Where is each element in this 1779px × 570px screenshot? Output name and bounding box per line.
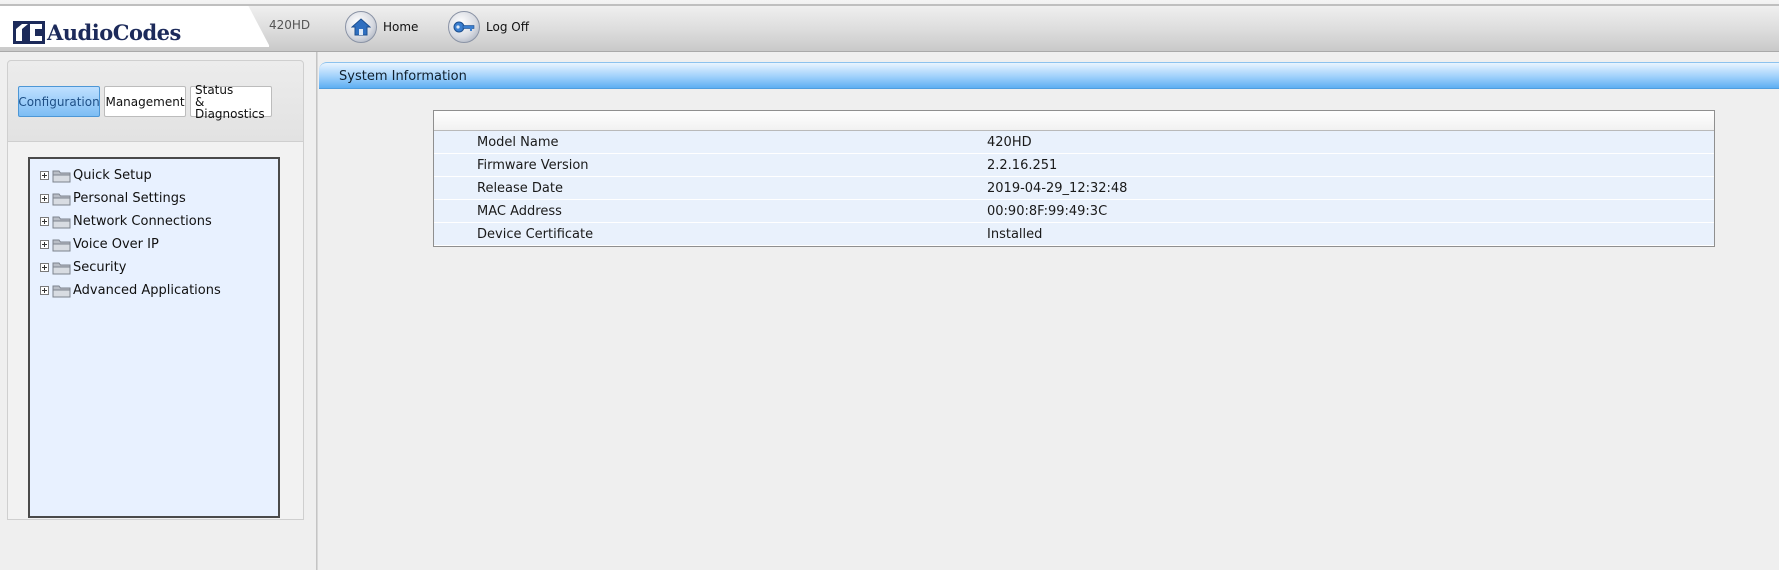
folder-icon <box>52 262 71 274</box>
row-value: 2.2.16.251 <box>987 158 1058 173</box>
logo-area: AudioCodes <box>0 6 270 47</box>
row-label: Model Name <box>477 135 559 150</box>
folder-icon <box>52 193 71 205</box>
tree-item-label: Advanced Applications <box>73 282 221 298</box>
folder-icon <box>52 239 71 251</box>
tree-item-label: Voice Over IP <box>73 236 159 252</box>
navigation-tree: Quick Setup Personal Settings Network Co… <box>28 157 280 518</box>
log-off-button[interactable]: Log Off <box>448 10 529 44</box>
top-bar: AudioCodes 420HD Home Log Off <box>0 0 1779 52</box>
table-header <box>434 111 1714 131</box>
page-title: System Information <box>339 69 467 84</box>
tab-management-label: Management <box>105 94 185 109</box>
tree-container: Quick Setup Personal Settings Network Co… <box>7 142 304 520</box>
tab-configuration[interactable]: Configuration <box>18 86 100 117</box>
tree-item-personal-settings[interactable]: Personal Settings <box>40 188 186 208</box>
main-tabs: Configuration Management Status & Diagno… <box>7 60 304 142</box>
tab-status-label-line2: & Diagnostics <box>195 94 265 121</box>
tree-item-quick-setup[interactable]: Quick Setup <box>40 165 152 185</box>
row-value: 00:90:8F:99:49:3C <box>987 204 1108 219</box>
home-icon <box>345 11 377 43</box>
table-row: MAC Address 00:90:8F:99:49:3C <box>434 200 1714 223</box>
expand-icon[interactable] <box>40 239 49 249</box>
brand-name: AudioCodes <box>47 20 181 45</box>
key-icon <box>448 11 480 43</box>
log-off-label: Log Off <box>486 20 529 34</box>
table-row: Model Name 420HD <box>434 131 1714 154</box>
panel-divider[interactable] <box>316 52 318 570</box>
tree-item-security[interactable]: Security <box>40 257 126 277</box>
folder-icon <box>52 216 71 228</box>
table-row: Device Certificate Installed <box>434 223 1714 246</box>
tree-item-network-connections[interactable]: Network Connections <box>40 211 212 231</box>
tree-item-voice-over-ip[interactable]: Voice Over IP <box>40 234 159 254</box>
row-label: Release Date <box>477 181 563 196</box>
row-value: 420HD <box>987 135 1032 150</box>
expand-icon[interactable] <box>40 170 49 180</box>
row-value: 2019-04-29_12:32:48 <box>987 181 1128 196</box>
tab-status-diagnostics[interactable]: Status & Diagnostics <box>190 82 272 121</box>
tab-status-label-line1: Status <box>195 82 234 97</box>
home-label: Home <box>383 20 419 34</box>
left-navigation-panel: Configuration Management Status & Diagno… <box>7 60 304 520</box>
row-value: Installed <box>987 227 1043 242</box>
tree-item-advanced-applications[interactable]: Advanced Applications <box>40 280 221 300</box>
section-header: System Information <box>319 62 1779 89</box>
folder-icon <box>52 285 71 297</box>
expand-icon[interactable] <box>40 216 49 226</box>
tree-item-label: Personal Settings <box>73 190 186 206</box>
expand-icon[interactable] <box>40 262 49 272</box>
expand-icon[interactable] <box>40 285 49 295</box>
folder-icon <box>52 170 71 182</box>
table-row: Release Date 2019-04-29_12:32:48 <box>434 177 1714 200</box>
tree-item-label: Network Connections <box>73 213 212 229</box>
tree-item-label: Quick Setup <box>73 167 152 183</box>
tab-management[interactable]: Management <box>104 86 186 117</box>
tree-item-label: Security <box>73 259 127 275</box>
expand-icon[interactable] <box>40 193 49 203</box>
home-button[interactable]: Home <box>345 10 418 44</box>
system-info-table: Model Name 420HD Firmware Version 2.2.16… <box>433 110 1715 247</box>
row-label: Firmware Version <box>477 158 589 173</box>
row-label: MAC Address <box>477 204 562 219</box>
tab-configuration-label: Configuration <box>18 94 100 109</box>
audiocodes-logo-icon <box>13 21 45 44</box>
device-model-label: 420HD <box>269 18 311 32</box>
row-label: Device Certificate <box>477 227 594 242</box>
table-row: Firmware Version 2.2.16.251 <box>434 154 1714 177</box>
